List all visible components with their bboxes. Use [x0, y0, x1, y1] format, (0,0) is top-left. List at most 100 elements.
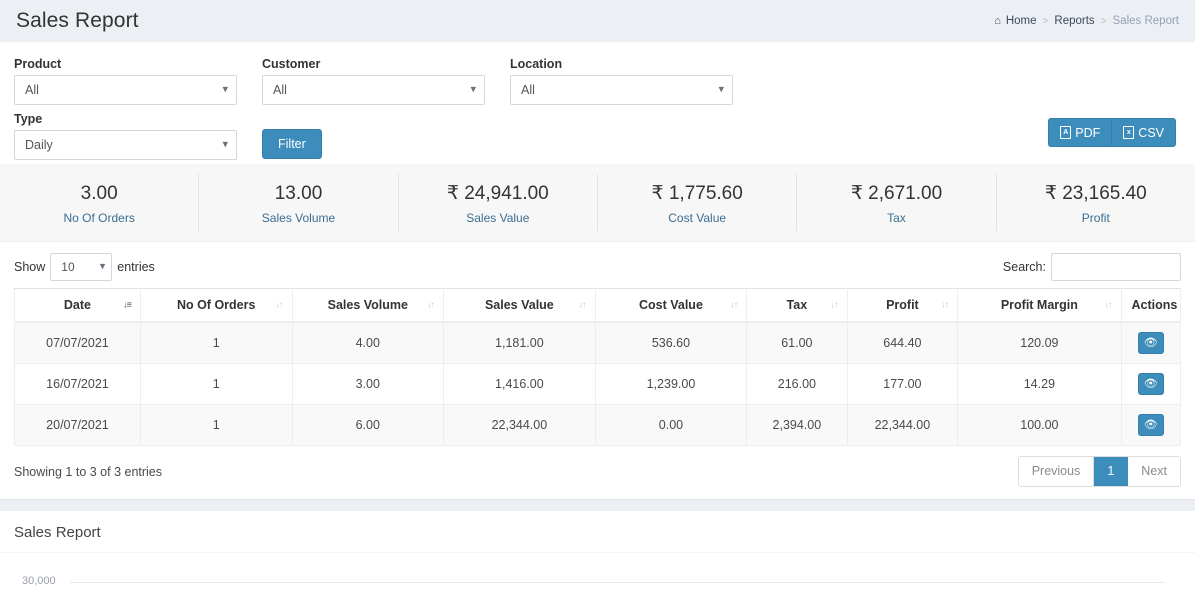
stat-profit: ₹ 23,165.40 Profit [997, 174, 1195, 232]
cell-sales-volume: 6.00 [291, 404, 445, 446]
stat-value: 13.00 [274, 182, 323, 204]
search-input[interactable] [1051, 253, 1181, 281]
location-select[interactable]: All [510, 75, 733, 105]
column-header-date[interactable]: Date ↓≡ [14, 288, 141, 323]
breadcrumb-separator-2: > [1100, 15, 1107, 27]
column-header-tax[interactable]: Tax ↓↑ [746, 288, 848, 323]
cell-profit-margin: 100.00 [957, 404, 1122, 446]
cell-cost-value: 0.00 [594, 404, 748, 446]
stat-label: Tax [887, 211, 906, 226]
sort-desc-icon: ↓≡ [123, 299, 132, 310]
stat-sales-volume: 13.00 Sales Volume [199, 173, 399, 232]
filter-row-secondary: Type Daily ▾ Filter [14, 109, 1181, 160]
pagination-page-1[interactable]: 1 [1094, 456, 1129, 487]
entries-label: entries [117, 260, 155, 274]
column-header-sales-value[interactable]: Sales Value ↓↑ [443, 288, 596, 323]
product-select[interactable]: All [14, 75, 237, 105]
breadcrumb-separator: > [1042, 15, 1049, 27]
stat-value: ₹ 1,775.60 [651, 182, 743, 204]
cell-orders: 1 [139, 404, 293, 446]
search-label: Search: [1002, 260, 1046, 274]
cell-tax: 61.00 [746, 321, 848, 364]
table-info: Showing 1 to 3 of 3 entries [14, 464, 163, 479]
export-pdf-button[interactable]: A PDF [1048, 118, 1112, 147]
view-row-button[interactable]: 👁 [1137, 373, 1164, 395]
breadcrumb-current: Sales Report [1112, 15, 1179, 27]
stat-value: 3.00 [80, 182, 118, 204]
eye-icon: 👁 [1143, 337, 1158, 349]
stat-value: ₹ 24,941.00 [446, 182, 549, 204]
export-csv-label: CSV [1138, 125, 1164, 140]
show-label: Show [14, 260, 46, 274]
pagination-previous[interactable]: Previous [1018, 456, 1095, 487]
column-header-actions: Actions [1120, 288, 1181, 323]
stat-no-of-orders: 3.00 No Of Orders [0, 173, 200, 232]
breadcrumb-link-home[interactable]: Home [1006, 15, 1037, 27]
page-length-control: Show 10 ▾ entries [14, 253, 155, 281]
table-row: 07/07/2021 1 4.00 1,181.00 536.60 61.00 … [14, 321, 1181, 364]
column-label: Sales Value [484, 298, 554, 312]
column-header-sales-volume[interactable]: Sales Volume ↓↑ [291, 288, 445, 323]
cell-cost-value: 1,239.00 [594, 363, 748, 405]
filter-row-primary: Product All ▾ Customer All ▾ Location Al… [14, 54, 1181, 105]
column-label: Profit [886, 298, 919, 312]
table-row: 16/07/2021 1 3.00 1,416.00 1,239.00 216.… [14, 363, 1181, 405]
cell-sales-value: 1,181.00 [443, 321, 596, 364]
export-pdf-label: PDF [1075, 125, 1101, 140]
cell-sales-volume: 3.00 [291, 363, 445, 405]
cell-date: 20/07/2021 [14, 404, 141, 446]
column-label: Date [63, 298, 91, 312]
sort-none-icon: ↓↑ [275, 299, 284, 310]
column-label: Cost Value [638, 298, 703, 312]
filter-button[interactable]: Filter [262, 129, 322, 159]
stat-label: Sales Value [466, 211, 530, 226]
page-header: Sales Report ⌂ Home > Reports > Sales Re… [0, 0, 1195, 42]
column-header-profit[interactable]: Profit ↓↑ [846, 288, 959, 323]
cell-profit: 644.40 [846, 321, 959, 364]
summary-stats: 3.00 No Of Orders 13.00 Sales Volume ₹ 2… [0, 164, 1195, 242]
cell-actions: 👁 [1120, 321, 1181, 364]
column-header-no-of-orders[interactable]: No Of Orders ↓↑ [139, 288, 293, 323]
pdf-file-icon: A [1060, 126, 1072, 139]
customer-label: Customer [262, 57, 321, 71]
column-header-cost-value[interactable]: Cost Value ↓↑ [594, 288, 748, 323]
table-controls: Show 10 ▾ entries Search: [14, 252, 1181, 282]
cell-orders: 1 [139, 363, 293, 405]
chart-y-tick-label: 30,000 [22, 575, 56, 587]
home-icon: ⌂ [994, 14, 1001, 27]
eye-icon: 👁 [1143, 419, 1158, 431]
sort-none-icon: ↓↑ [427, 299, 435, 310]
report-panel: Product All ▾ Customer All ▾ Location Al… [0, 42, 1195, 499]
sort-none-icon: ↓↑ [730, 299, 738, 310]
cell-date: 16/07/2021 [14, 363, 141, 405]
filter-panel: Product All ▾ Customer All ▾ Location Al… [0, 44, 1195, 164]
customer-select[interactable]: All [262, 75, 485, 105]
cell-profit-margin: 14.29 [957, 363, 1122, 405]
chart-plot-area: 30,000 [0, 553, 1195, 595]
stat-label: Cost Value [668, 211, 727, 226]
type-select[interactable]: Daily [14, 130, 237, 160]
breadcrumb-link-reports[interactable]: Reports [1054, 15, 1094, 27]
page-length-select[interactable]: 10 [50, 253, 113, 281]
filter-field-customer: Customer All ▾ [262, 54, 485, 105]
cell-sales-value: 1,416.00 [443, 363, 596, 405]
eye-icon: 👁 [1143, 378, 1158, 390]
column-label: Profit Margin [1000, 298, 1078, 312]
type-label: Type [14, 112, 43, 126]
view-row-button[interactable]: 👁 [1137, 332, 1164, 354]
search-control: Search: [1003, 253, 1181, 281]
stat-cost-value: ₹ 1,775.60 Cost Value [598, 173, 798, 232]
table-row: 20/07/2021 1 6.00 22,344.00 0.00 2,394.0… [14, 404, 1181, 446]
pagination: Previous 1 Next [1017, 455, 1181, 488]
view-row-button[interactable]: 👁 [1137, 414, 1164, 436]
column-label: No Of Orders [176, 298, 256, 312]
product-label: Product [14, 57, 62, 71]
cell-actions: 👁 [1120, 363, 1181, 405]
export-csv-button[interactable]: x CSV [1111, 118, 1176, 147]
location-label: Location [510, 57, 563, 71]
sort-none-icon: ↓↑ [578, 299, 587, 310]
column-header-profit-margin[interactable]: Profit Margin ↓↑ [957, 288, 1122, 323]
pagination-next[interactable]: Next [1128, 456, 1180, 487]
chart-panel: Sales Report 30,000 [0, 511, 1195, 595]
breadcrumb: ⌂ Home > Reports > Sales Report [994, 15, 1179, 27]
